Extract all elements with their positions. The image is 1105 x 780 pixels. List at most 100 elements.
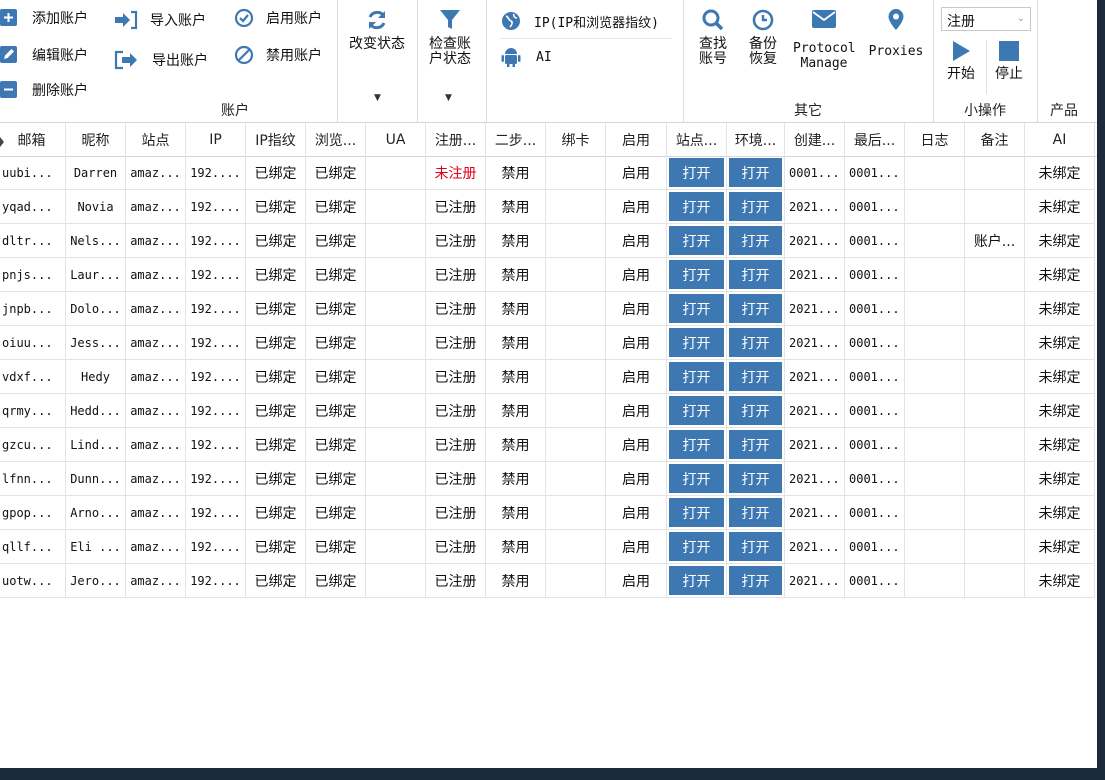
cell-ai[interactable]: 未绑定	[1025, 496, 1095, 530]
open-env-open-button[interactable]: 打开	[729, 566, 782, 595]
column-header-site-open[interactable]: 站点...	[667, 123, 727, 156]
open-site-open-button[interactable]: 打开	[669, 396, 724, 425]
caret-down-icon[interactable]: ▼	[374, 93, 381, 103]
cell-ip[interactable]: 192....	[186, 224, 246, 258]
cell-ip-fingerprint[interactable]: 已绑定	[246, 190, 306, 224]
cell-ip[interactable]: 192....	[186, 190, 246, 224]
cell-ip[interactable]: 192....	[186, 292, 246, 326]
open-site-open-button[interactable]: 打开	[669, 532, 724, 561]
cell-log[interactable]	[905, 428, 965, 462]
cell-ua[interactable]	[366, 326, 426, 360]
cell-two-step[interactable]: 禁用	[486, 428, 546, 462]
cell-enabled[interactable]: 启用	[606, 428, 667, 462]
cell-ua[interactable]	[366, 564, 426, 598]
cell-note[interactable]	[965, 496, 1025, 530]
cell-two-step[interactable]: 禁用	[486, 360, 546, 394]
cell-site[interactable]: amaz...	[126, 428, 186, 462]
cell-ai[interactable]: 未绑定	[1025, 360, 1095, 394]
cell-ip[interactable]: 192....	[186, 258, 246, 292]
cell-enabled[interactable]: 启用	[606, 360, 667, 394]
cell-register-status[interactable]: 已注册	[426, 258, 486, 292]
cell-ai[interactable]: 未绑定	[1025, 292, 1095, 326]
cell-last[interactable]: 0001...	[845, 496, 905, 530]
cell-email[interactable]: pnjs...	[0, 258, 66, 292]
cell-browser[interactable]: 已绑定	[306, 224, 366, 258]
cell-browser[interactable]: 已绑定	[306, 360, 366, 394]
cell-created[interactable]: 2021...	[785, 326, 845, 360]
cell-log[interactable]	[905, 224, 965, 258]
column-header-last[interactable]: 最后...	[845, 123, 905, 156]
cell-created[interactable]: 2021...	[785, 258, 845, 292]
cell-email[interactable]: qllf...	[0, 530, 66, 564]
enable-account-button[interactable]: 启用账户	[234, 8, 322, 28]
cell-log[interactable]	[905, 360, 965, 394]
protocol-manage-button[interactable]: Protocol Manage	[793, 8, 856, 71]
cell-email[interactable]: uotw...	[0, 564, 66, 598]
cell-ua[interactable]	[366, 224, 426, 258]
cell-two-step[interactable]: 禁用	[486, 530, 546, 564]
cell-ua[interactable]	[366, 530, 426, 564]
backup-restore-button[interactable]: 备份 恢复	[745, 8, 781, 67]
cell-note[interactable]	[965, 156, 1025, 190]
delete-account-button[interactable]: 删除账户	[0, 80, 88, 100]
cell-ip-fingerprint[interactable]: 已绑定	[246, 428, 306, 462]
cell-browser[interactable]: 已绑定	[306, 462, 366, 496]
cell-email[interactable]: gzcu...	[0, 428, 66, 462]
cell-ai[interactable]: 未绑定	[1025, 394, 1095, 428]
cell-two-step[interactable]: 禁用	[486, 156, 546, 190]
cell-two-step[interactable]: 禁用	[486, 496, 546, 530]
cell-ua[interactable]	[366, 292, 426, 326]
cell-nickname[interactable]: Lind...	[66, 428, 126, 462]
cell-created[interactable]: 2021...	[785, 564, 845, 598]
cell-email[interactable]: yqad...	[0, 190, 66, 224]
open-site-open-button[interactable]: 打开	[669, 464, 724, 493]
cell-ip-fingerprint[interactable]: 已绑定	[246, 394, 306, 428]
cell-ai[interactable]: 未绑定	[1025, 190, 1095, 224]
cell-bind-card[interactable]	[546, 394, 606, 428]
cell-register-status[interactable]: 已注册	[426, 496, 486, 530]
cell-ip-fingerprint[interactable]: 已绑定	[246, 258, 306, 292]
open-site-open-button[interactable]: 打开	[669, 192, 724, 221]
cell-register-status[interactable]: 未注册	[426, 156, 486, 190]
cell-created[interactable]: 2021...	[785, 360, 845, 394]
cell-browser[interactable]: 已绑定	[306, 530, 366, 564]
cell-enabled[interactable]: 启用	[606, 258, 667, 292]
cell-two-step[interactable]: 禁用	[486, 190, 546, 224]
cell-two-step[interactable]: 禁用	[486, 564, 546, 598]
caret-down-icon[interactable]: ▼	[445, 93, 452, 103]
cell-bind-card[interactable]	[546, 530, 606, 564]
cell-site[interactable]: amaz...	[126, 326, 186, 360]
cell-ai[interactable]: 未绑定	[1025, 428, 1095, 462]
open-env-open-button[interactable]: 打开	[729, 396, 782, 425]
table-row[interactable]: uotw... Jero... amaz... 192.... 已绑定 已绑定 已注册 禁用启…	[0, 564, 1097, 598]
cell-site[interactable]: amaz...	[126, 156, 186, 190]
stop-button[interactable]: 停止	[991, 40, 1027, 82]
column-header-log[interactable]: 日志	[905, 123, 965, 156]
mode-select[interactable]: 注册 ⌄	[941, 7, 1031, 31]
table-row[interactable]: yqad... Novia amaz... 192.... 已绑定 已绑定 已注册 禁用 启用打…	[0, 190, 1097, 224]
cell-browser[interactable]: 已绑定	[306, 258, 366, 292]
cell-nickname[interactable]: Arno...	[66, 496, 126, 530]
column-header-ua[interactable]: UA	[366, 123, 426, 156]
cell-register-status[interactable]: 已注册	[426, 428, 486, 462]
cell-ip-fingerprint[interactable]: 已绑定	[246, 496, 306, 530]
cell-ai[interactable]: 未绑定	[1025, 258, 1095, 292]
cell-browser[interactable]: 已绑定	[306, 190, 366, 224]
cell-note[interactable]	[965, 530, 1025, 564]
cell-two-step[interactable]: 禁用	[486, 462, 546, 496]
column-header-browser[interactable]: 浏览...	[306, 123, 366, 156]
cell-created[interactable]: 2021...	[785, 224, 845, 258]
open-site-open-button[interactable]: 打开	[669, 158, 724, 187]
cell-browser[interactable]: 已绑定	[306, 326, 366, 360]
cell-log[interactable]	[905, 326, 965, 360]
cell-two-step[interactable]: 禁用	[486, 258, 546, 292]
cell-log[interactable]	[905, 394, 965, 428]
cell-log[interactable]	[905, 496, 965, 530]
cell-enabled[interactable]: 启用	[606, 564, 667, 598]
cell-log[interactable]	[905, 190, 965, 224]
disable-account-button[interactable]: 禁用账户	[234, 45, 322, 65]
cell-site[interactable]: amaz...	[126, 190, 186, 224]
cell-register-status[interactable]: 已注册	[426, 292, 486, 326]
cell-note[interactable]	[965, 462, 1025, 496]
change-status-button[interactable]: 改变状态	[337, 8, 417, 52]
